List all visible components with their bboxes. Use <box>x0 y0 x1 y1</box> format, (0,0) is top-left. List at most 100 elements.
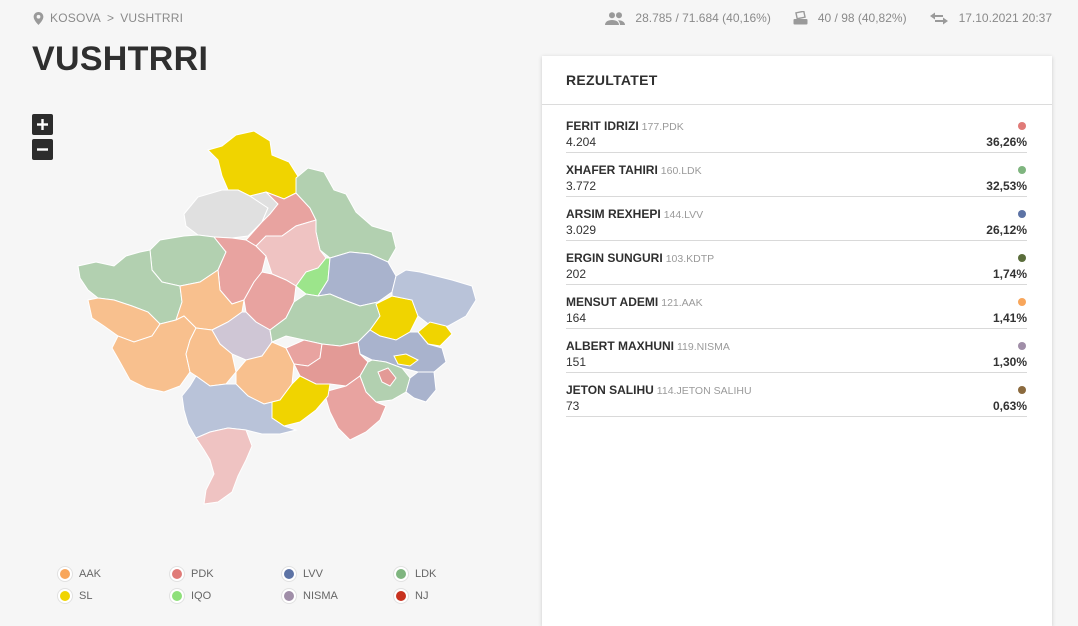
candidate-votes: 202 <box>566 267 587 281</box>
legend-label: NJ <box>415 590 429 602</box>
candidate-row[interactable]: XHAFER TAHIRI 160.LDK 3.772 32,53% <box>566 163 1027 197</box>
legend-color-dot <box>172 591 182 601</box>
legend-color-dot <box>396 569 406 579</box>
candidate-votes: 3.772 <box>566 179 597 193</box>
candidate-values-line: 3.772 32,53% <box>566 178 1027 194</box>
candidate-party-color-dot <box>1018 254 1026 262</box>
candidate-party: 177.PDK <box>641 121 684 133</box>
candidate-party: 160.LDK <box>660 165 702 177</box>
candidate-row[interactable]: FERIT IDRIZI 177.PDK 4.204 36,26% <box>566 119 1027 153</box>
candidate-party-color-dot <box>1018 166 1026 174</box>
candidate-name: ALBERT MAXHUNI <box>566 339 674 353</box>
candidate-party-color-dot <box>1018 122 1026 130</box>
candidate-values-line: 4.204 36,26% <box>566 134 1027 150</box>
candidate-percentage: 1,30% <box>992 355 1027 369</box>
plus-icon <box>37 119 48 130</box>
candidate-values-line: 202 1,74% <box>566 266 1027 282</box>
candidate-row[interactable]: ALBERT MAXHUNI 119.NISMA 151 1,30% <box>566 339 1027 373</box>
candidate-votes: 3.029 <box>566 223 597 237</box>
legend-label: PDK <box>191 568 214 580</box>
last-updated: 17.10.2021 20:37 <box>958 11 1052 25</box>
ballot-box-icon <box>793 11 808 25</box>
candidate-party-color-dot <box>1018 210 1026 218</box>
legend-label: LDK <box>415 568 437 580</box>
stats-bar: 28.785 / 71.684 (40,16%) 40 / 98 (40,82%… <box>605 11 1052 25</box>
legend-color-dot <box>60 591 70 601</box>
stations-stat: 40 / 98 (40,82%) <box>793 11 907 25</box>
legend-item-nisma[interactable]: NISMA <box>284 590 396 602</box>
candidate-percentage: 36,26% <box>986 135 1027 149</box>
candidate-name: ERGIN SUNGURI <box>566 251 663 265</box>
candidate-name-wrap: FERIT IDRIZI 177.PDK <box>566 117 684 135</box>
map-region[interactable] <box>405 371 437 403</box>
people-icon <box>605 11 626 25</box>
candidate-name: XHAFER TAHIRI <box>566 163 658 177</box>
breadcrumb-separator: > <box>107 11 115 25</box>
candidate-party: 121.AAK <box>661 297 703 309</box>
candidate-name-wrap: ALBERT MAXHUNI 119.NISMA <box>566 337 730 355</box>
candidate-name-wrap: JETON SALIHU 114.JETON SALIHU <box>566 381 752 399</box>
legend-label: LVV <box>303 568 323 580</box>
candidate-name: FERIT IDRIZI <box>566 119 639 133</box>
candidate-row[interactable]: MENSUT ADEMI 121.AAK 164 1,41% <box>566 295 1027 329</box>
legend-item-iqo[interactable]: IQO <box>172 590 284 602</box>
candidate-header-line: JETON SALIHU 114.JETON SALIHU <box>566 383 1027 397</box>
party-legend: AAK PDK LVV LDK SL IQO NISMA NJ <box>60 568 508 602</box>
candidate-name-wrap: XHAFER TAHIRI 160.LDK <box>566 161 702 179</box>
legend-label: AAK <box>79 568 102 580</box>
candidate-votes: 151 <box>566 355 587 369</box>
candidate-values-line: 164 1,41% <box>566 310 1027 326</box>
zoom-in-button[interactable] <box>32 114 53 135</box>
legend-item-aak[interactable]: AAK <box>60 568 172 580</box>
candidate-values-line: 73 0,63% <box>566 398 1027 414</box>
candidate-header-line: MENSUT ADEMI 121.AAK <box>566 295 1027 309</box>
legend-item-ldk[interactable]: LDK <box>396 568 508 580</box>
candidate-party-color-dot <box>1018 342 1026 350</box>
candidate-party: 144.LVV <box>663 209 704 221</box>
candidate-votes: 164 <box>566 311 587 325</box>
location-pin-icon <box>33 11 44 25</box>
results-heading: REZULTATET <box>542 56 1052 105</box>
legend-label: IQO <box>191 590 212 602</box>
legend-item-pdk[interactable]: PDK <box>172 568 284 580</box>
candidate-name: MENSUT ADEMI <box>566 295 659 309</box>
candidate-header-line: ALBERT MAXHUNI 119.NISMA <box>566 339 1027 353</box>
stations-counted: 40 / 98 (40,82%) <box>817 11 907 25</box>
candidate-party: 114.JETON SALIHU <box>656 385 752 397</box>
legend-item-sl[interactable]: SL <box>60 590 172 602</box>
candidate-header-line: XHAFER TAHIRI 160.LDK <box>566 163 1027 177</box>
candidate-values-line: 3.029 26,12% <box>566 222 1027 238</box>
candidate-name-wrap: ARSIM REXHEPI 144.LVV <box>566 205 703 223</box>
candidate-votes: 4.204 <box>566 135 597 149</box>
candidate-header-line: ERGIN SUNGURI 103.KDTP <box>566 251 1027 265</box>
candidate-votes: 73 <box>566 399 580 413</box>
voters-turnout: 28.785 / 71.684 (40,16%) <box>635 11 771 25</box>
candidate-list: FERIT IDRIZI 177.PDK 4.204 36,26% XHAFER TAH… <box>542 105 1052 417</box>
candidate-name: JETON SALIHU <box>566 383 654 397</box>
legend-label: NISMA <box>303 590 338 602</box>
map-region[interactable] <box>195 427 253 505</box>
updated-stat: 17.10.2021 20:37 <box>929 11 1052 25</box>
candidate-percentage: 1,41% <box>992 311 1027 325</box>
legend-label: SL <box>79 590 93 602</box>
candidate-values-line: 151 1,30% <box>566 354 1027 370</box>
candidate-row[interactable]: JETON SALIHU 114.JETON SALIHU 73 0,63% <box>566 383 1027 417</box>
candidate-name-wrap: MENSUT ADEMI 121.AAK <box>566 293 703 311</box>
page-title: VUSHTRRI <box>32 40 209 78</box>
candidate-percentage: 32,53% <box>986 179 1027 193</box>
candidate-row[interactable]: ERGIN SUNGURI 103.KDTP 202 1,74% <box>566 251 1027 285</box>
legend-item-nj[interactable]: NJ <box>396 590 508 602</box>
candidate-row[interactable]: ARSIM REXHEPI 144.LVV 3.029 26,12% <box>566 207 1027 241</box>
legend-color-dot <box>60 569 70 579</box>
kosovo-municipality-map <box>77 130 477 505</box>
candidate-party: 103.KDTP <box>665 253 715 265</box>
swap-arrows-icon <box>929 12 948 24</box>
legend-color-dot <box>284 591 294 601</box>
legend-item-lvv[interactable]: LVV <box>284 568 396 580</box>
breadcrumb-country[interactable]: KOSOVA <box>50 11 101 25</box>
candidate-party-color-dot <box>1018 298 1026 306</box>
map-region[interactable] <box>207 130 300 200</box>
top-bar: KOSOVA > VUSHTRRI 28.785 / 71.684 (40,16… <box>0 0 1078 36</box>
zoom-out-button[interactable] <box>32 139 53 160</box>
voters-stat: 28.785 / 71.684 (40,16%) <box>605 11 771 25</box>
